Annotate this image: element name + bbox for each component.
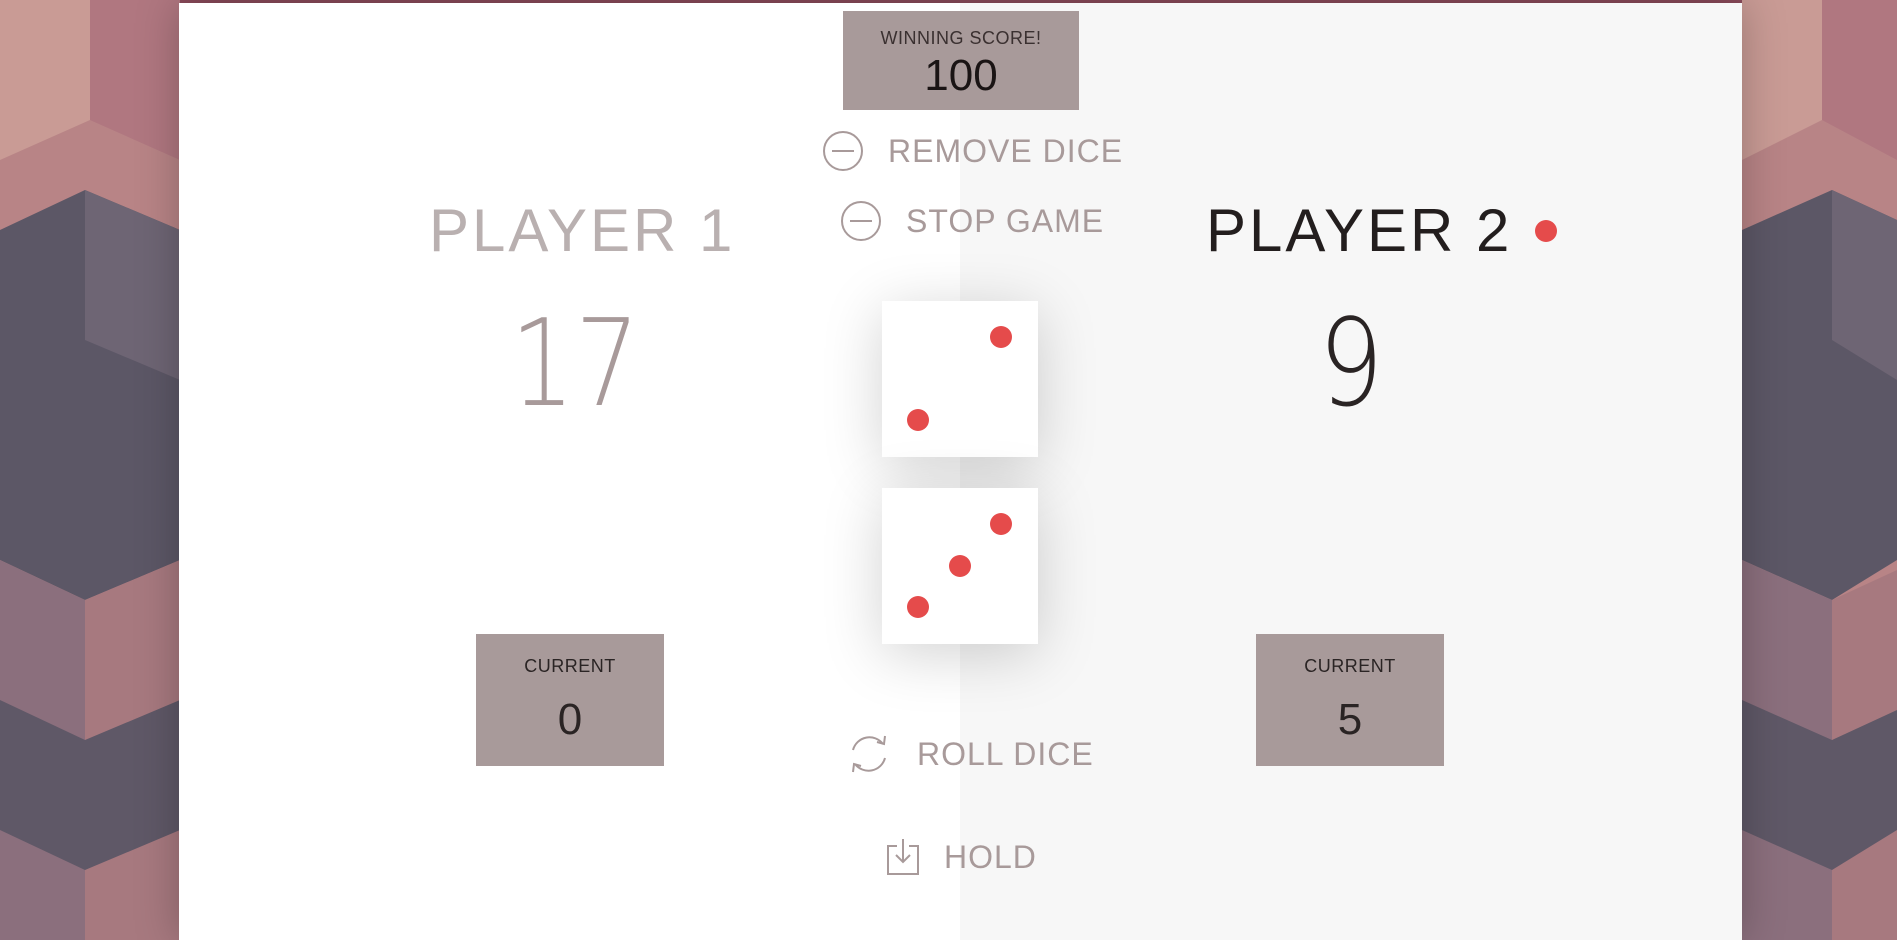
remove-dice-button[interactable]: REMOVE DICE (822, 130, 1123, 172)
game-panel: WINNING SCORE! 100 REMOVE DICE STOP GAME… (179, 3, 1742, 940)
winning-score-box[interactable]: WINNING SCORE! 100 (843, 11, 1079, 110)
dice-pip (990, 513, 1012, 535)
player-2-current-box: CURRENT 5 (1256, 634, 1444, 766)
geometric-background-left (0, 0, 180, 940)
player-2-name: PLAYER 2 (1206, 197, 1513, 264)
remove-dice-label: REMOVE DICE (888, 132, 1124, 169)
minus-circle-icon (841, 201, 881, 241)
dice-1 (882, 301, 1038, 457)
roll-dice-label: ROLL DICE (917, 735, 1094, 772)
dice-pip (907, 409, 929, 431)
winning-score-label: WINNING SCORE! (880, 28, 1042, 48)
current-label: CURRENT (1304, 656, 1396, 676)
winning-score-value: 100 (924, 51, 998, 100)
dice-pip (907, 596, 929, 618)
download-tray-icon (887, 839, 919, 875)
dice-pip (990, 326, 1012, 348)
current-label: CURRENT (524, 656, 616, 676)
player-1-current-value: 0 (557, 695, 583, 744)
player-1-name: PLAYER 1 (429, 197, 736, 264)
active-player-indicator (1535, 220, 1557, 242)
player-1-score: 17 (510, 295, 640, 434)
geometric-background-right (1742, 0, 1897, 940)
player-2-current-value: 5 (1337, 695, 1363, 744)
dice-2 (882, 488, 1038, 644)
stop-game-button[interactable]: STOP GAME (840, 200, 1104, 242)
hold-label: HOLD (944, 838, 1037, 875)
dice-pip (949, 555, 971, 577)
roll-dice-button[interactable]: ROLL DICE (845, 732, 1094, 776)
background-left (0, 0, 180, 940)
minus-circle-icon (823, 131, 863, 171)
player-1-current-box: CURRENT 0 (476, 634, 664, 766)
hold-button[interactable]: HOLD (886, 838, 1037, 876)
stop-game-label: STOP GAME (906, 202, 1105, 239)
refresh-icon (852, 735, 886, 773)
background-right (1742, 0, 1897, 940)
player-2-score: 9 (1318, 295, 1384, 434)
